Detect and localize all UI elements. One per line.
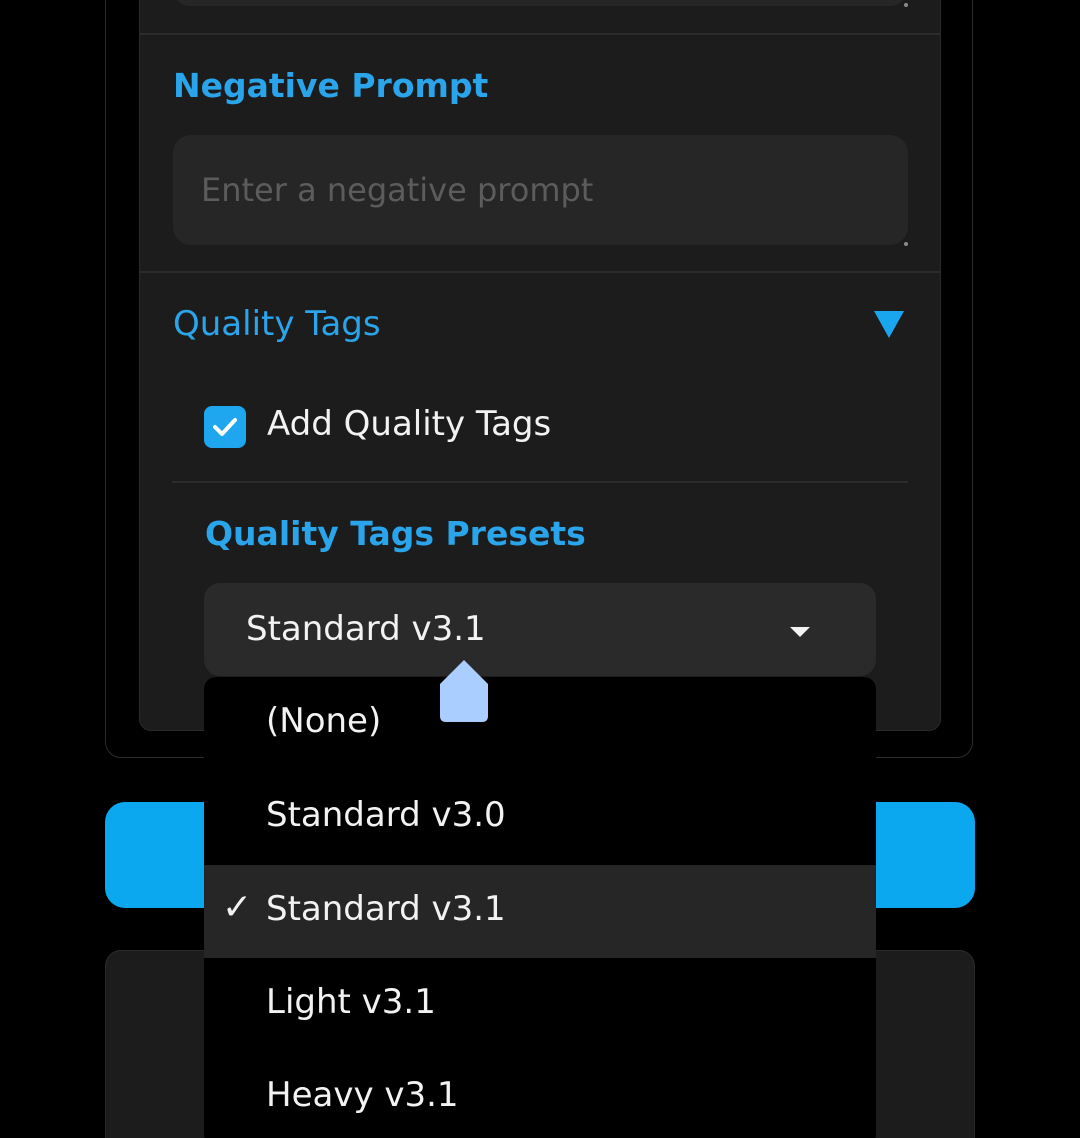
generate-button-edge[interactable] xyxy=(860,802,975,908)
presets-dropdown-list: (None) Standard v3.0 ✓ Standard v3.1 Lig… xyxy=(204,677,876,1138)
option-label: Heavy v3.1 xyxy=(266,1075,459,1115)
select-value: Standard v3.1 xyxy=(246,609,486,649)
resize-handle-icon[interactable] xyxy=(904,3,908,7)
dropdown-option[interactable]: Standard v3.0 xyxy=(204,771,876,864)
dropdown-option-selected[interactable]: ✓ Standard v3.1 xyxy=(204,865,876,958)
checkmark-icon xyxy=(213,418,237,436)
section-divider xyxy=(140,33,940,35)
option-label: (None) xyxy=(266,701,382,741)
add-quality-tags-label[interactable]: Add Quality Tags xyxy=(267,404,551,444)
quality-tags-presets-label: Quality Tags Presets xyxy=(205,514,586,553)
dropdown-option[interactable]: Light v3.1 xyxy=(204,958,876,1051)
quality-tags-presets-select[interactable]: Standard v3.1 xyxy=(204,583,876,676)
triangle-down-icon[interactable] xyxy=(874,311,904,338)
prompt-textarea[interactable] xyxy=(175,0,905,6)
text-selection-handle-icon[interactable] xyxy=(440,660,488,722)
caret-down-icon xyxy=(790,627,810,637)
dropdown-option[interactable]: Heavy v3.1 xyxy=(204,1051,876,1138)
quality-tags-toggle[interactable]: Quality Tags xyxy=(173,304,381,344)
section-divider xyxy=(140,271,940,273)
option-label: Standard v3.1 xyxy=(266,889,506,929)
check-icon: ✓ xyxy=(222,887,253,928)
resize-handle-icon[interactable] xyxy=(904,242,908,246)
add-quality-tags-checkbox[interactable] xyxy=(204,406,246,448)
option-label: Light v3.1 xyxy=(266,982,436,1022)
section-divider xyxy=(172,481,908,483)
negative-prompt-placeholder: Enter a negative prompt xyxy=(201,171,594,209)
option-label: Standard v3.0 xyxy=(266,795,506,835)
dropdown-option[interactable]: (None) xyxy=(204,677,876,770)
negative-prompt-label: Negative Prompt xyxy=(173,66,489,105)
app-root: Negative Prompt Enter a negative prompt … xyxy=(0,0,1080,1138)
negative-prompt-input[interactable]: Enter a negative prompt xyxy=(173,135,908,245)
